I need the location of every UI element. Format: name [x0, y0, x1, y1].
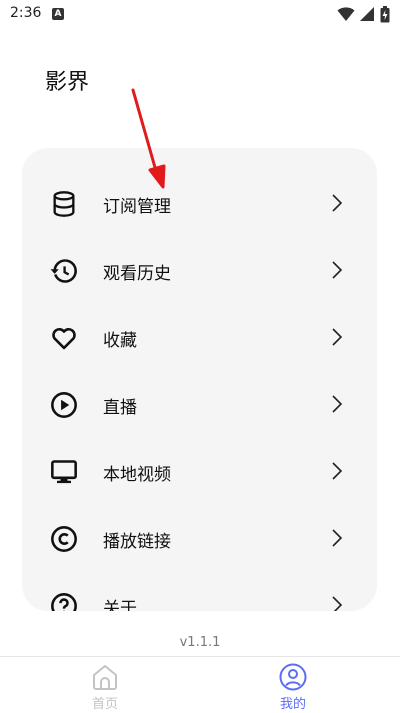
wifi-icon [337, 6, 355, 22]
menu-item-local-video[interactable]: 本地视频 [22, 438, 377, 504]
menu-item-label: 观看历史 [103, 259, 171, 284]
menu-card: 订阅管理 观看历史 收藏 直播 [22, 148, 377, 611]
version-label: v1.1.1 [0, 635, 400, 650]
chevron-right-icon [326, 393, 346, 415]
nav-tab-home[interactable]: 首页 [45, 657, 165, 713]
status-time: 2:36 [10, 5, 41, 21]
copyright-icon [50, 525, 78, 553]
nav-tab-label: 我的 [233, 693, 353, 712]
menu-item-subscription[interactable]: 订阅管理 [22, 170, 377, 236]
battery-icon [380, 6, 390, 23]
nav-tab-label: 首页 [45, 693, 165, 712]
menu-item-label: 本地视频 [103, 460, 171, 485]
chevron-right-icon [326, 259, 346, 281]
menu-item-favorites[interactable]: 收藏 [22, 304, 377, 370]
chevron-right-icon [326, 192, 346, 214]
menu-item-label: 关于 [103, 594, 137, 611]
chevron-right-icon [326, 460, 346, 482]
play-circle-icon [50, 391, 78, 419]
status-icons [337, 5, 390, 23]
menu-item-label: 直播 [103, 393, 137, 418]
bottom-nav: 首页 我的 [0, 656, 400, 713]
chevron-right-icon [326, 594, 346, 611]
database-icon [50, 190, 78, 218]
monitor-icon [50, 458, 78, 486]
help-circle-icon [50, 592, 78, 611]
menu-item-play-link[interactable]: 播放链接 [22, 505, 377, 571]
heart-icon [50, 324, 78, 352]
menu-item-label: 播放链接 [103, 527, 171, 552]
status-bar: 2:36 A [0, 0, 400, 28]
home-icon [91, 663, 119, 691]
nav-tab-mine[interactable]: 我的 [233, 657, 353, 713]
history-icon [50, 257, 78, 285]
menu-item-live[interactable]: 直播 [22, 371, 377, 437]
chevron-right-icon [326, 326, 346, 348]
page-title: 影界 [45, 64, 89, 96]
user-circle-icon [279, 663, 307, 691]
menu-item-label: 收藏 [103, 326, 137, 351]
chevron-right-icon [326, 527, 346, 549]
menu-item-about[interactable]: 关于 [22, 572, 377, 611]
cell-signal-icon [360, 6, 375, 22]
menu-item-label: 订阅管理 [103, 192, 171, 217]
notification-icon: A [52, 8, 64, 20]
menu-item-history[interactable]: 观看历史 [22, 237, 377, 303]
